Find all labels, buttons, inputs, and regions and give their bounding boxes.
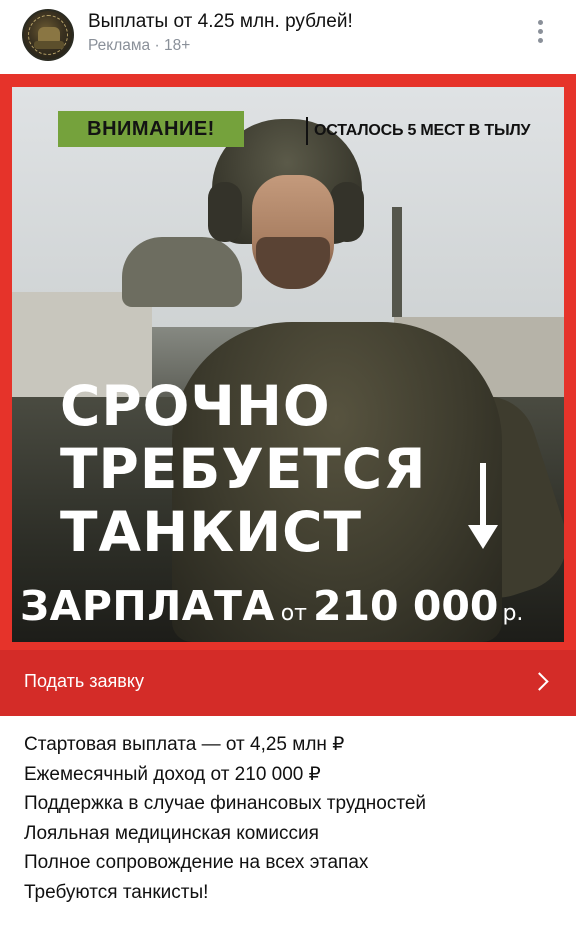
attention-badge: ВНИМАНИЕ! <box>58 111 244 147</box>
salary-line: ЗАРПЛАТА от 210 000 р. <box>20 582 560 642</box>
photo-helmet-earpiece <box>330 182 364 242</box>
photo-tank-turret <box>122 237 242 307</box>
ad-banner-image[interactable]: ВНИМАНИЕ! ОСТАЛОСЬ 5 МЕСТ В ТЫЛУ СРОЧНО … <box>0 74 576 650</box>
salary-currency: р. <box>502 601 524 626</box>
photo-tank-barrel <box>392 207 402 317</box>
headline-line: ТРЕБУЕТСЯ <box>60 437 427 501</box>
post-text: Стартовая выплата — от 4,25 млн ₽ Ежемес… <box>24 730 564 907</box>
avatar-emblem-base-icon <box>34 41 64 49</box>
ad-label: Реклама · 18+ <box>88 37 191 54</box>
photo-helmet-earpiece <box>208 182 242 242</box>
post-title[interactable]: Выплаты от 4.25 млн. рублей! <box>88 11 353 33</box>
vertical-dots-icon <box>537 29 543 34</box>
more-options-button[interactable] <box>530 18 550 48</box>
vertical-dots-icon <box>537 20 543 25</box>
salary-word: ЗАРПЛАТА <box>20 582 275 630</box>
seats-left-note: ОСТАЛОСЬ 5 МЕСТ В ТЫЛУ <box>306 117 530 145</box>
salary-amount: 210 000 <box>313 582 499 630</box>
arrow-down-icon <box>468 463 498 553</box>
community-avatar[interactable] <box>22 9 74 61</box>
apply-button[interactable]: Подать заявку <box>0 650 576 716</box>
post-text-line: Поддержка в случае финансовых трудностей <box>24 793 427 814</box>
ad-photo: ВНИМАНИЕ! ОСТАЛОСЬ 5 МЕСТ В ТЫЛУ СРОЧНО … <box>12 87 564 642</box>
post-text-line: Лояльная медицинская комиссия <box>24 822 319 844</box>
ad-headline: СРОЧНО ТРЕБУЕТСЯ ТАНКИСТ <box>60 375 460 564</box>
vertical-dots-icon <box>537 38 543 43</box>
apply-button-label: Подать заявку <box>24 671 144 691</box>
post-text-line: Ежемесячный доход от 210 000 ₽ <box>24 763 321 785</box>
arrow-head <box>468 525 498 549</box>
post-text-line: Стартовая выплата — от 4,25 млн ₽ <box>24 734 345 755</box>
post-text-line: Требуются танкисты! <box>24 881 209 903</box>
chevron-right-icon <box>533 672 547 694</box>
headline-line: ТАНКИСТ <box>60 500 362 564</box>
salary-from: от <box>280 601 307 626</box>
post-text-line: Полное сопровождение на всех этапах <box>24 852 369 873</box>
headline-line: СРОЧНО <box>60 374 331 438</box>
post-header: Выплаты от 4.25 млн. рублей! Реклама · 1… <box>0 0 576 74</box>
